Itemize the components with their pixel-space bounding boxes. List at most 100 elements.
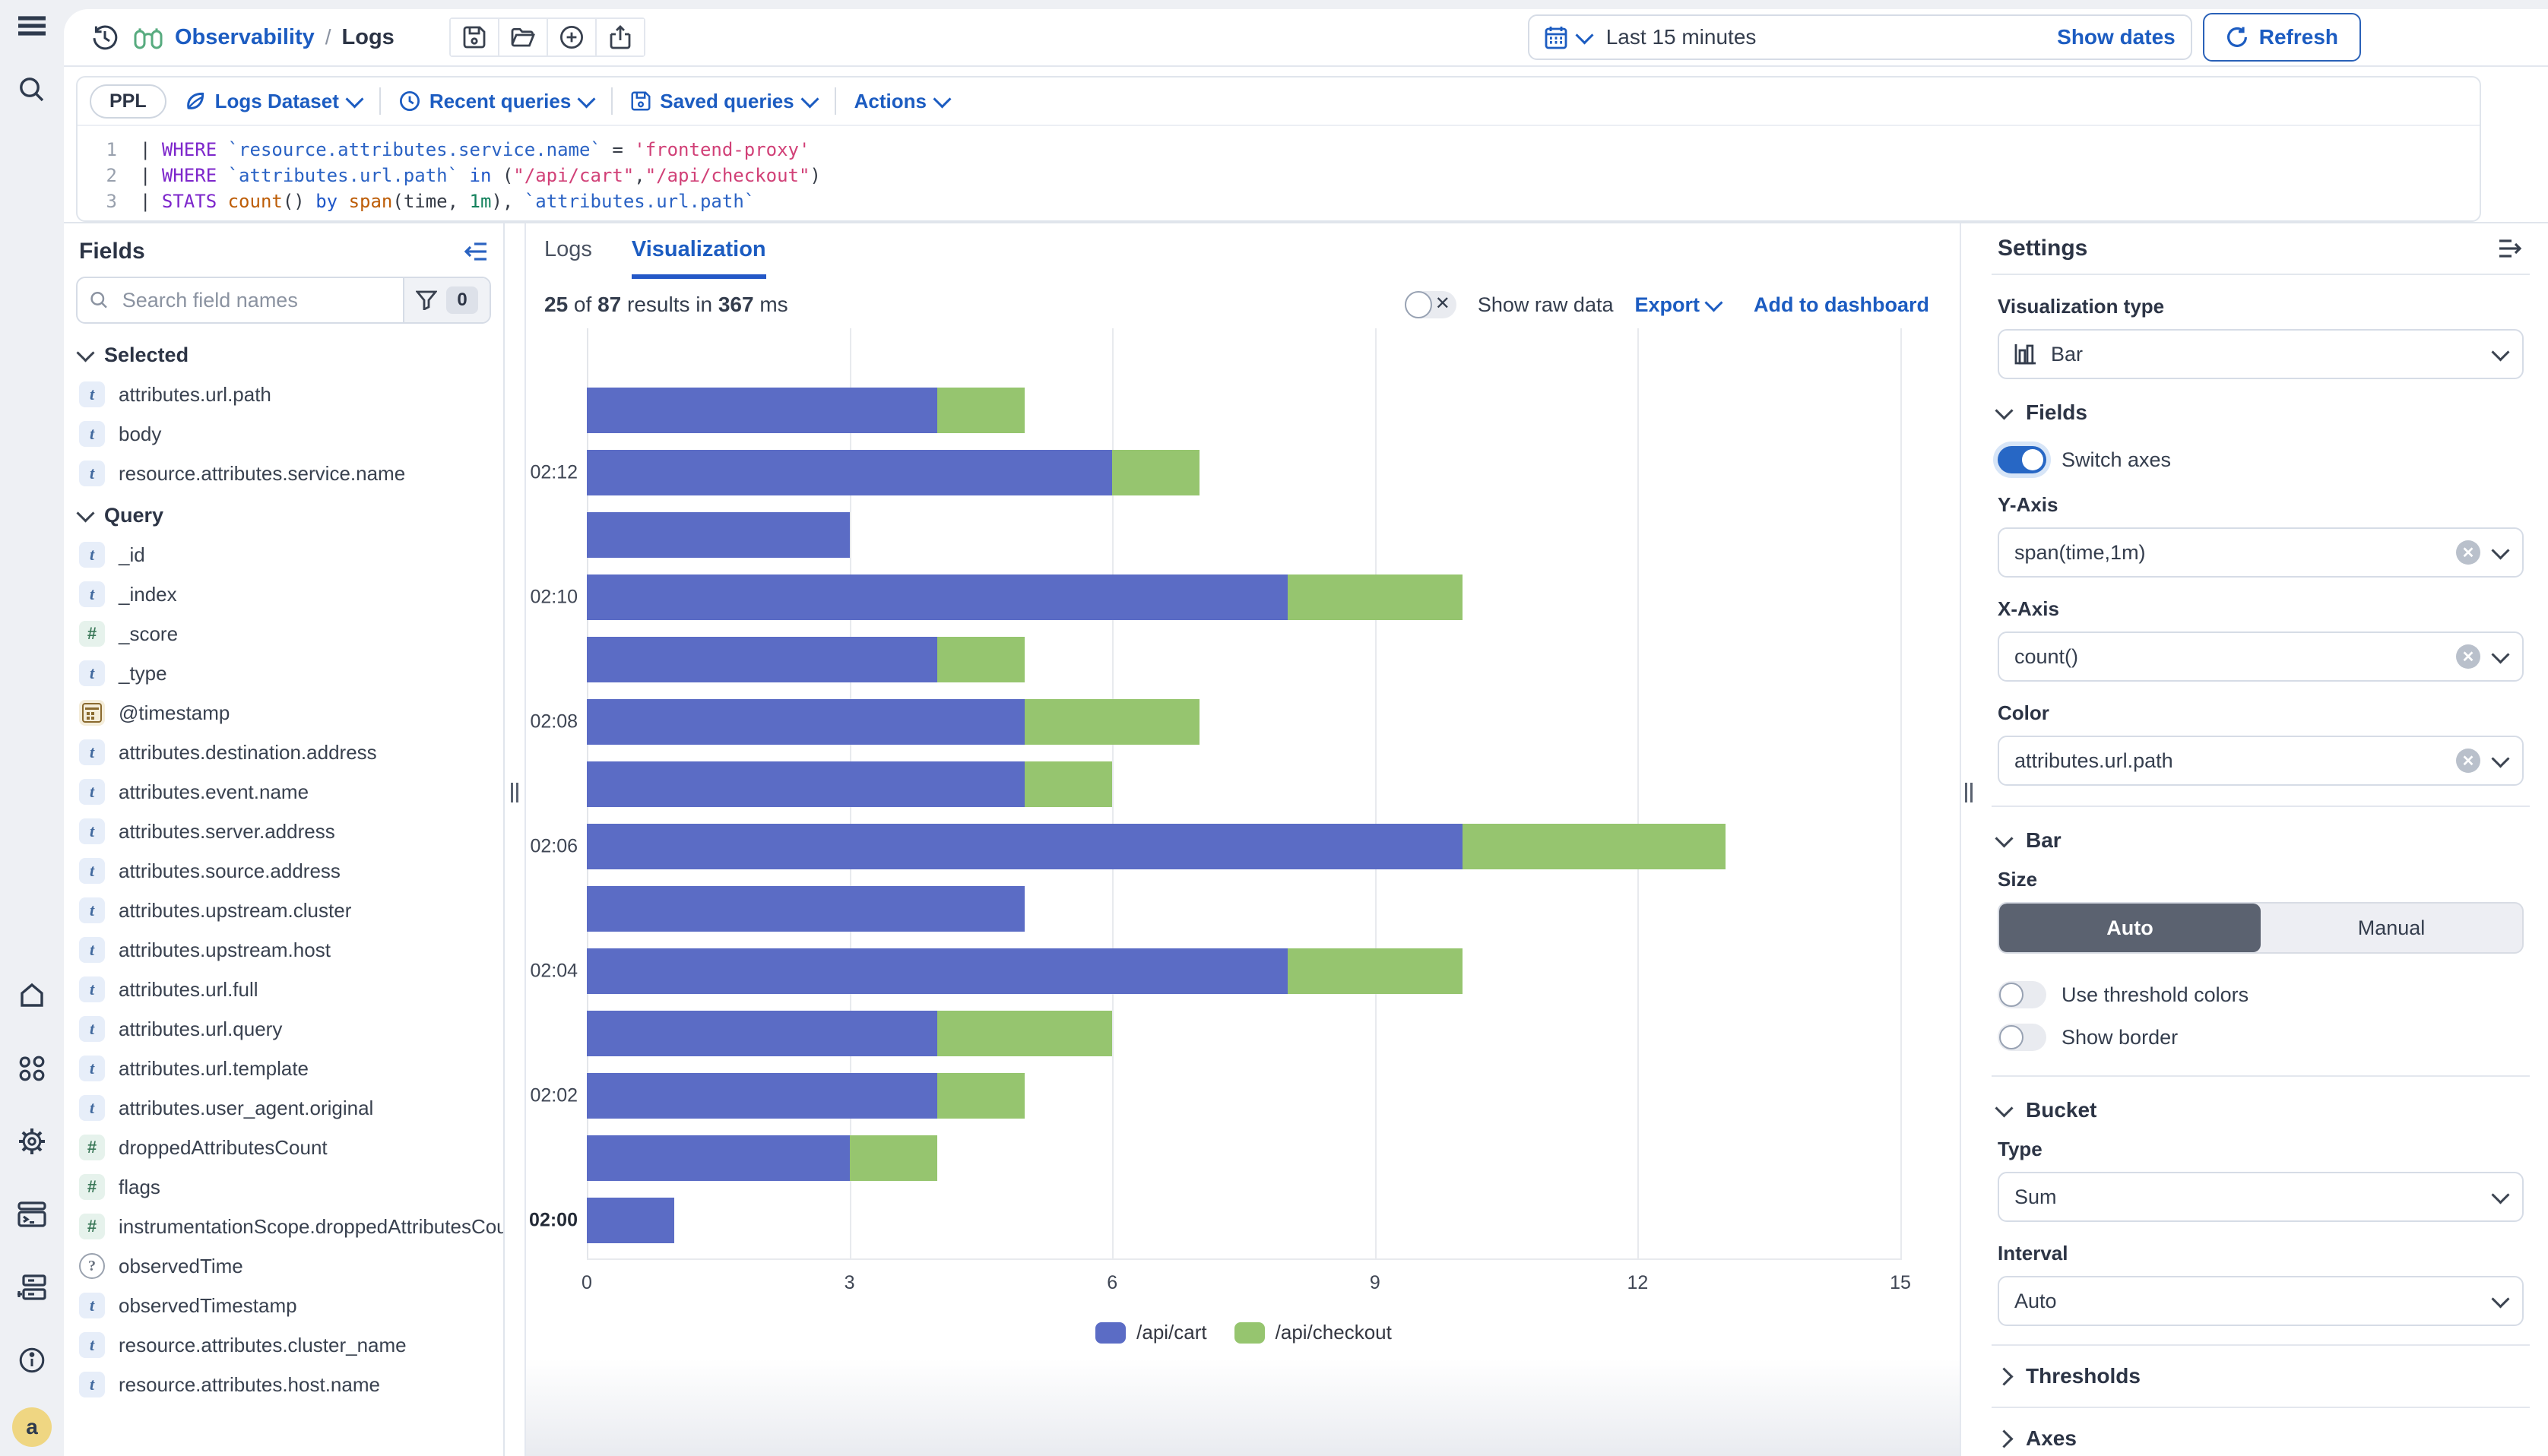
thresholds-section-toggle[interactable]: Thresholds: [1998, 1346, 2524, 1407]
field-section-header[interactable]: Selected: [76, 333, 491, 375]
field-item[interactable]: t_type: [76, 654, 491, 693]
bar-segment[interactable]: [937, 637, 1025, 682]
axes-section-toggle[interactable]: Axes: [1998, 1408, 2524, 1456]
search-icon[interactable]: [0, 64, 64, 116]
saved-queries-menu[interactable]: Saved queries: [631, 90, 816, 113]
bar-segment[interactable]: [850, 1135, 937, 1181]
use-threshold-colors-toggle[interactable]: [1998, 981, 2046, 1008]
viz-type-select[interactable]: Bar: [1998, 329, 2524, 379]
field-item[interactable]: #instrumentationScope.droppedAttributesC…: [76, 1207, 491, 1246]
time-range-picker[interactable]: Last 15 minutes Show dates: [1528, 14, 2192, 60]
bar-segment[interactable]: [937, 1011, 1112, 1056]
bar-segment[interactable]: [1025, 761, 1112, 807]
bar-segment[interactable]: [587, 1011, 937, 1056]
ppl-query-editor[interactable]: 1| WHERE `resource.attributes.service.na…: [78, 126, 2480, 214]
bar-segment[interactable]: [587, 1198, 674, 1243]
bucket-section-toggle[interactable]: Bucket: [1998, 1077, 2524, 1128]
size-option-auto[interactable]: Auto: [1999, 904, 2261, 952]
add-panel-icon[interactable]: [0, 1261, 64, 1313]
field-item[interactable]: tattributes.user_agent.original: [76, 1088, 491, 1128]
bar-segment[interactable]: [1463, 824, 1726, 869]
field-item[interactable]: @timestamp: [76, 693, 491, 733]
add-to-dashboard-button[interactable]: Add to dashboard: [1754, 293, 1929, 317]
show-raw-data-toggle[interactable]: ✕: [1405, 291, 1456, 318]
save-icon[interactable]: [451, 19, 499, 55]
clear-icon[interactable]: ✕: [2456, 749, 2480, 773]
tab-logs[interactable]: Logs: [544, 237, 592, 279]
dev-tools-icon[interactable]: [0, 1189, 64, 1240]
dataset-selector[interactable]: Logs Dataset: [185, 90, 361, 113]
field-item[interactable]: tattributes.url.query: [76, 1009, 491, 1049]
refresh-button[interactable]: Refresh: [2203, 13, 2361, 62]
collapse-settings-icon[interactable]: [2498, 238, 2524, 259]
size-option-manual[interactable]: Manual: [2261, 904, 2522, 952]
fields-section-toggle[interactable]: Fields: [1998, 379, 2524, 431]
bar-segment[interactable]: [587, 886, 1025, 932]
color-select[interactable]: attributes.url.path ✕: [1998, 736, 2524, 786]
field-item[interactable]: tattributes.url.full: [76, 970, 491, 1009]
bar-segment[interactable]: [587, 388, 937, 433]
field-item[interactable]: #flags: [76, 1167, 491, 1207]
menu-icon[interactable]: [0, 0, 64, 52]
open-folder-icon[interactable]: [499, 19, 548, 55]
bar-segment[interactable]: [1112, 450, 1200, 495]
legend-item[interactable]: /api/cart: [1095, 1321, 1207, 1344]
field-item[interactable]: t_id: [76, 535, 491, 574]
field-item[interactable]: tbody: [76, 414, 491, 454]
bucket-type-select[interactable]: Sum: [1998, 1172, 2524, 1222]
bar-segment[interactable]: [1025, 699, 1200, 745]
interval-select[interactable]: Auto: [1998, 1276, 2524, 1326]
home-icon[interactable]: [0, 970, 64, 1021]
editor-line[interactable]: 2| WHERE `attributes.url.path` in ("/api…: [78, 163, 2480, 188]
recent-queries-menu[interactable]: Recent queries: [399, 90, 593, 113]
collapse-fields-icon[interactable]: [462, 241, 488, 262]
field-item[interactable]: tattributes.upstream.host: [76, 930, 491, 970]
field-item[interactable]: t_index: [76, 574, 491, 614]
bar-segment[interactable]: [937, 1073, 1025, 1119]
bar-section-toggle[interactable]: Bar: [1998, 807, 2524, 859]
field-item[interactable]: tresource.attributes.host.name: [76, 1365, 491, 1404]
bar-segment[interactable]: [587, 948, 1288, 994]
actions-menu[interactable]: Actions: [854, 90, 949, 113]
switch-axes-toggle[interactable]: [1998, 446, 2046, 473]
field-item[interactable]: tattributes.url.path: [76, 375, 491, 414]
field-item[interactable]: tobservedTimestamp: [76, 1286, 491, 1325]
breadcrumb-app[interactable]: Observability: [175, 25, 315, 50]
new-item-icon[interactable]: [548, 19, 597, 55]
bar-segment[interactable]: [587, 1135, 850, 1181]
export-menu[interactable]: Export: [1634, 293, 1720, 317]
bar-segment[interactable]: [587, 824, 1463, 869]
info-icon[interactable]: [0, 1334, 64, 1386]
user-avatar[interactable]: a: [12, 1407, 52, 1447]
bar-segment[interactable]: [1288, 948, 1463, 994]
editor-line[interactable]: 1| WHERE `resource.attributes.service.na…: [78, 137, 2480, 163]
calendar-icon[interactable]: [1545, 25, 1567, 49]
field-section-header[interactable]: Query: [76, 493, 491, 535]
field-item[interactable]: tattributes.destination.address: [76, 733, 491, 772]
bar-segment[interactable]: [587, 637, 937, 682]
history-icon[interactable]: [91, 24, 119, 51]
bar-segment[interactable]: [587, 761, 1025, 807]
tab-visualization[interactable]: Visualization: [632, 237, 766, 279]
panel-resizer-right[interactable]: [1961, 223, 1976, 1456]
clear-icon[interactable]: ✕: [2456, 540, 2480, 565]
bar-segment[interactable]: [587, 574, 1288, 620]
share-icon[interactable]: [597, 19, 644, 55]
time-range-value[interactable]: Last 15 minutes: [1606, 25, 1757, 49]
settings-gear-icon[interactable]: [0, 1116, 64, 1167]
field-search-input[interactable]: [119, 287, 391, 314]
query-language-pill[interactable]: PPL: [90, 84, 166, 119]
field-item[interactable]: tresource.attributes.cluster_name: [76, 1325, 491, 1365]
bar-segment[interactable]: [937, 388, 1025, 433]
field-item[interactable]: tresource.attributes.service.name: [76, 454, 491, 493]
legend-item[interactable]: /api/checkout: [1234, 1321, 1392, 1344]
field-item[interactable]: tattributes.upstream.cluster: [76, 891, 491, 930]
field-filter-button[interactable]: 0: [403, 278, 490, 322]
field-item[interactable]: ?observedTime: [76, 1246, 491, 1286]
apps-icon[interactable]: [0, 1043, 64, 1094]
panel-resizer-left[interactable]: [505, 223, 524, 1456]
editor-line[interactable]: 3| STATS count() by span(time, 1m), `att…: [78, 188, 2480, 214]
y-axis-select[interactable]: span(time,1m) ✕: [1998, 527, 2524, 578]
field-item[interactable]: tattributes.event.name: [76, 772, 491, 812]
field-item[interactable]: tattributes.url.template: [76, 1049, 491, 1088]
